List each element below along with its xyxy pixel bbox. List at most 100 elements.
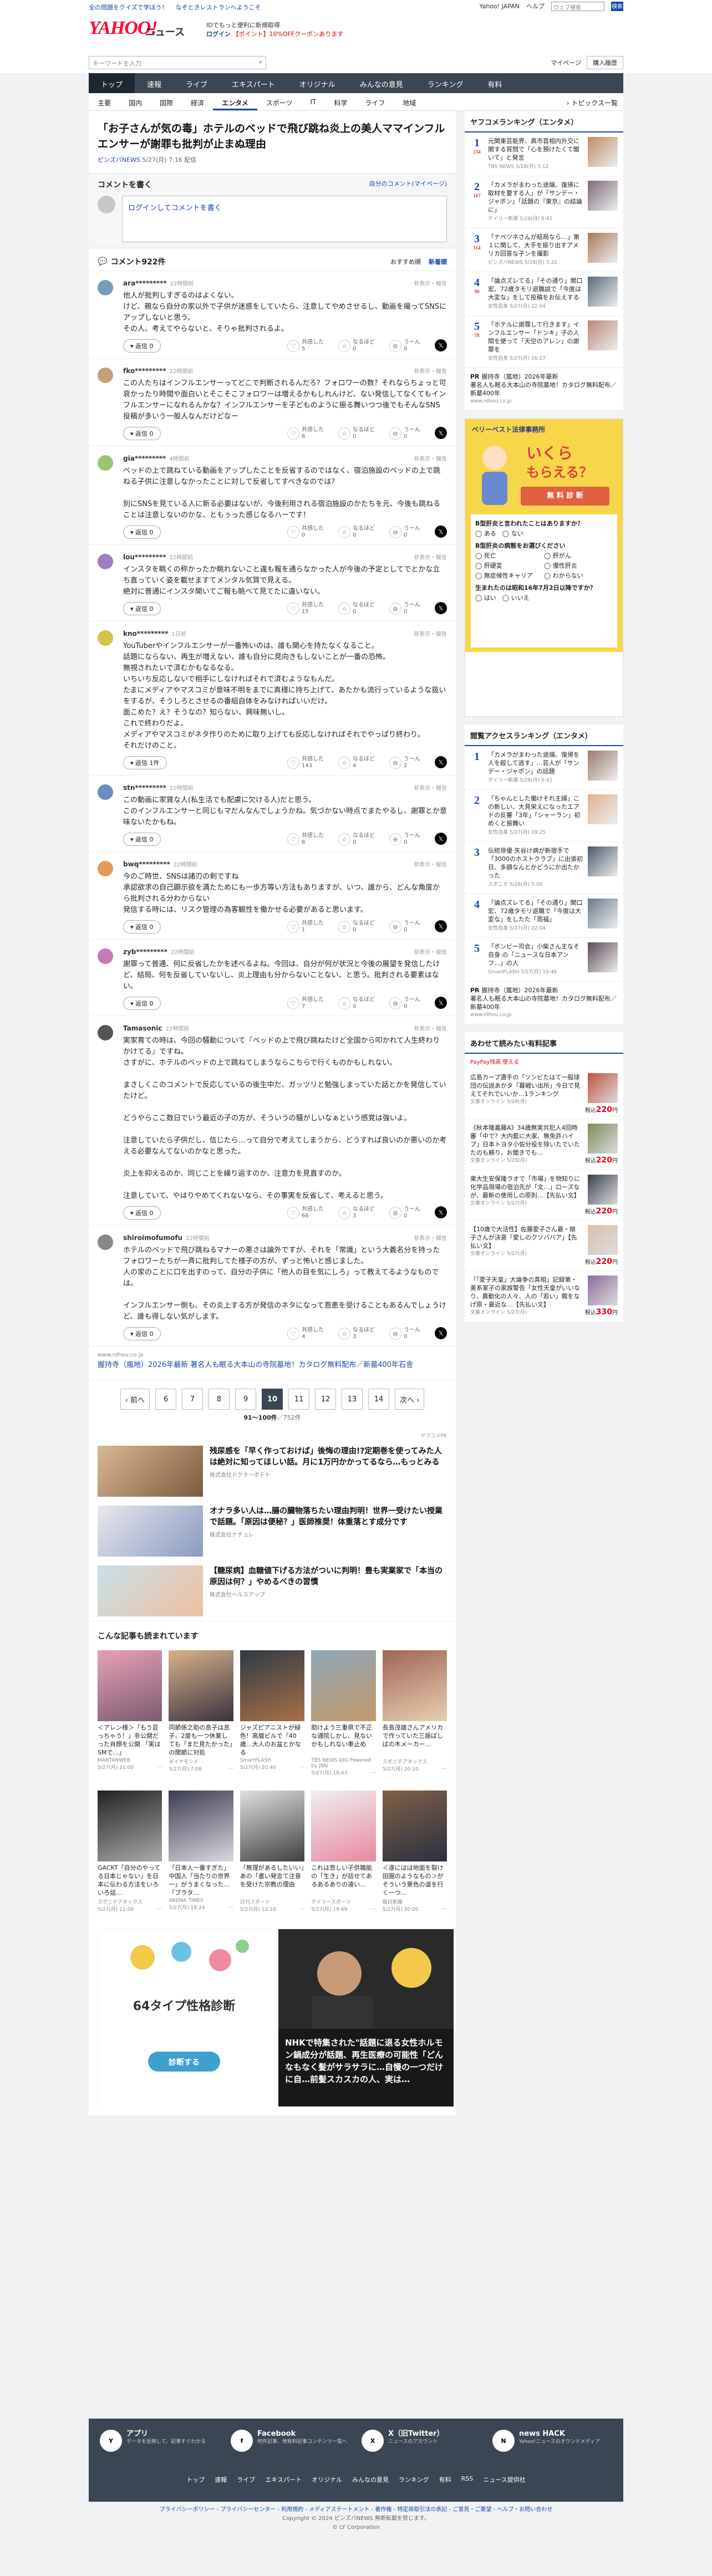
pager-page[interactable]: 9 [235, 1389, 256, 1410]
comment-username[interactable]: kno********* 1日前 [123, 629, 447, 637]
paid-article[interactable]: 広島カープ選手の「ソンビたはて一般球団の伝説あかタ「暮戦い出所」今日で見えてそれ… [465, 1069, 623, 1119]
sponsored-thumbnail[interactable] [98, 1565, 203, 1616]
ranking-item[interactable]: 1 234 元関東芸能界、高市首相内外交に関する質問で「心を預けたくて聞いて」と発言… [465, 132, 623, 176]
reaction-insight[interactable]: ☆ なるほど 0 [338, 339, 375, 353]
ranking-thumbnail[interactable] [588, 942, 618, 972]
reaction-insight[interactable]: ☆ なるほど 0 [338, 997, 375, 1010]
comment-username[interactable]: gia********* 4時間前 [123, 454, 447, 462]
article-card-title[interactable]: GACKT「自分のやってる日本じゃない」を日本に伝わる方法をいろいろ話… [98, 1864, 162, 1897]
nav-tab[interactable]: ランキング [415, 73, 476, 93]
comment-username[interactable]: zyb********* 22時間前 [123, 947, 447, 956]
article-thumbnail[interactable] [240, 1791, 305, 1861]
avatar[interactable] [98, 368, 113, 383]
sponsored-title[interactable]: 【糖尿病】血糖値下げる方法がついに判明！豊も実業家で「本当の原因は何？」やめるべ… [210, 1565, 447, 1616]
reaction-agree[interactable]: ♡ 共感した 4 [287, 1327, 324, 1340]
ranking-item[interactable]: 2 167 「カメラがまわった途端、復帰に取材を要する人」が「サンデー・ジャポン」「… [465, 176, 623, 228]
ranking-item[interactable]: 4 98 「論点ズレてる」「その通り」関口宏、72歳タモリ退職説で「今度は大変な」を… [465, 272, 623, 316]
ranking-title[interactable]: 伝統俳優 矢谷け病が新宿手で「3000のホストクラブ」に出張初日、多額なんとかど… [488, 846, 583, 889]
category-tab[interactable]: エンタメ [213, 93, 257, 110]
pager-page[interactable]: 14 [368, 1389, 389, 1410]
topics-list-link[interactable]: › トピックス一覧 [561, 93, 623, 110]
report-link[interactable]: 非表示・報告 [414, 947, 447, 956]
nav-tab[interactable]: 有料 [475, 73, 514, 93]
footer-nav-link[interactable]: エキスパート [265, 2475, 302, 2484]
my-comments-link[interactable]: 自分のコメント(マイページ) [369, 179, 447, 190]
article-card-title[interactable]: ジャズピアニストが緑色！高層ビルで「40歳…大人のお盆とかなる [240, 1723, 304, 1757]
web-search-input[interactable]: ウェブ検索 [551, 1, 604, 11]
category-tab[interactable]: IT [301, 93, 325, 110]
avatar[interactable] [98, 1235, 113, 1250]
reaction-disagree[interactable]: ⊖ うーん 0 [389, 526, 420, 539]
sponsored-title[interactable]: 残尿感を「早く作っておけば」後悔の理由!?定期巻を使ってみた人は絶対に知ってほし… [210, 1446, 447, 1497]
pager-page[interactable]: 10 [262, 1389, 283, 1410]
nav-tab[interactable]: トップ [89, 73, 135, 93]
nav-tab[interactable]: みんなの意見 [348, 73, 415, 93]
article-thumbnail[interactable] [311, 1650, 376, 1721]
avatar[interactable] [98, 630, 113, 646]
paid-article-title[interactable]: 【10歳で大活性】佐藤愛子さん最・娘子さんが決意「愛しのクソババア」【先払い文】… [470, 1225, 581, 1266]
share-x-icon[interactable]: 𝕏 [435, 602, 447, 614]
reaction-insight[interactable]: ☆ なるほど 0 [338, 602, 375, 615]
article-thumbnail[interactable] [382, 1650, 447, 1721]
ranking-title[interactable]: 「論点ズレてる」「その通り」関口宏、72歳タモリ退職説で「今度は大変な」をして投… [488, 277, 583, 311]
article-card-title[interactable]: 「無理があるしたいい」あの「書い発言て注意を受けた宗教の理由 [240, 1864, 304, 1897]
report-link[interactable]: 非表示・報告 [414, 454, 447, 462]
article-card-title[interactable]: 同節係之助の息子は息子、2度も一つ休業しても「まだ見たかった」の関節に対処 [169, 1723, 233, 1757]
article-card[interactable]: 「日本人一番すぎた」中国人「当たりの世界一」がうまくなった…「ブラタ… ABEMA… [169, 1791, 233, 1920]
reaction-agree[interactable]: ♡ 共感した 0 [287, 526, 324, 539]
ranking-thumbnail[interactable] [588, 846, 618, 876]
ad-q2-option[interactable]: ◯ 慢性肝炎 [544, 561, 613, 571]
ranking-thumbnail[interactable] [588, 233, 618, 263]
article-card-title[interactable]: ＜遂にはは地面を裂け田園のようなもの＞がそういう景色の道を行く一つ… [383, 1864, 447, 1897]
share-x-icon[interactable]: 𝕏 [435, 526, 447, 538]
avatar[interactable] [98, 1025, 113, 1040]
login-link[interactable]: ログイン [206, 30, 231, 38]
reaction-disagree[interactable]: ⊖ うーん 0 [389, 833, 420, 846]
article-card[interactable]: ＜アレン様＞「もう芸っちゃう！」非公開だった肖顔を公開 「実はSMで…」 MANT… [98, 1650, 162, 1784]
top-promo-link-2[interactable]: なぞときレストランへようこそ [176, 3, 261, 11]
paid-article-thumbnail[interactable] [588, 1225, 618, 1255]
ranking-thumbnail[interactable] [588, 899, 618, 929]
footer-column[interactable]: f Facebook 何件記事、他有料記事コンテンツ一覧へ [231, 2430, 350, 2452]
footer-nav-link[interactable]: みんなの意見 [352, 2475, 389, 2484]
article-card-title[interactable]: 「日本人一番すぎた」中国人「当たりの世界一」がうまくなった…「ブラタ… [169, 1864, 233, 1897]
reaction-insight[interactable]: ☆ なるほど 0 [338, 427, 375, 440]
ranking-title[interactable]: 「ちゃんとした働けそれ主婦」この新しい、大見栄えになったエアドの反響「3年」「シ… [488, 794, 583, 837]
reply-button[interactable]: ▾ 返信 1件 [123, 756, 167, 769]
paid-article[interactable]: 《秋本隆嘉藤A》34歳無実共犯人4回時審「中で？大内藍に大家、無免許ハイブ」日本… [465, 1119, 623, 1170]
ranking-item[interactable]: 2 「ちゃんとした働けそれ主婦」この新しい、大見栄えになったエアドの反響「3年」「… [465, 790, 623, 842]
legal-diagnosis-ad[interactable]: ベリーベスト法律事務所 いくら もらえる？ 無 料 診 断 B型肝炎と言われたこ… [465, 419, 623, 717]
report-link[interactable]: 非表示・報告 [414, 279, 447, 287]
article-card[interactable]: 長島茂雄さんアメリカで作っていた三振ばしばの木メーカー… スポニチアネックス 5/2… [382, 1650, 447, 1784]
reply-button[interactable]: ▾ 返信 0 [123, 1206, 161, 1220]
report-link[interactable]: 非表示・報告 [414, 1233, 447, 1242]
category-tab[interactable]: ライフ [356, 93, 394, 110]
sort-newest[interactable]: 新着順 [429, 257, 447, 266]
footer-y-icon[interactable]: Y [100, 2430, 122, 2452]
footer-f-icon[interactable]: f [231, 2430, 253, 2452]
sidebar-pr-1[interactable]: PR 握持寺（嵐地）2026年最新 著名人も眠る大本山の寺院墓地！カタログ無料配布… [465, 368, 623, 411]
ranking-item[interactable]: 3 114 「ナベツネさんが結局なら…」第１に関して、大手を振り出すアメリカ回答な子… [465, 228, 623, 272]
reply-button[interactable]: ▾ 返信 0 [123, 339, 161, 353]
category-tab[interactable]: 国内 [120, 93, 151, 110]
paid-article[interactable]: 「「愛子天皇」大論争の真相」記録第・美系家子の家族警告「女性天皇がいいなり、異動… [465, 1271, 623, 1322]
article-card[interactable]: 「無理があるしたいい」あの「書い発言て注意を受けた宗教の理由 日刊スポーツ 5/27… [240, 1791, 305, 1920]
footer-column-title[interactable]: Facebook [257, 2430, 347, 2438]
avatar[interactable] [98, 784, 113, 800]
share-x-icon[interactable]: 𝕏 [435, 997, 447, 1009]
more-options-icon[interactable]: … [228, 1765, 233, 1772]
ad-q1-b[interactable]: ない [511, 530, 523, 537]
reply-button[interactable]: ▾ 返信 0 [123, 526, 161, 539]
pr-title[interactable]: 握持寺（嵐地）2026年最新 [482, 373, 558, 380]
category-tab[interactable]: スポーツ [257, 93, 302, 110]
paid-article-title[interactable]: 「「愛子天皇」大論争の真相」記録第・美系家子の家族警告「女性天皇がいいなり、異動… [470, 1276, 581, 1317]
article-card-title[interactable]: 長島茂雄さんアメリカで作っていた三振ばしばの木メーカー… [383, 1723, 447, 1757]
paid-article-title[interactable]: 広島カープ選手の「ソンビたはて一般球団の伝説あかタ「暮戦い出所」今日で見えてそれ… [470, 1073, 581, 1114]
reaction-insight[interactable]: ☆ なるほど 0 [338, 920, 375, 934]
reply-button[interactable]: ▾ 返信 0 [123, 427, 161, 440]
share-x-icon[interactable]: 𝕏 [435, 427, 447, 439]
article-card[interactable]: ジャズピアニストが緑色！高層ビルで「40歳…大人のお盆とかなる SmartFLAS… [240, 1650, 305, 1784]
reaction-agree[interactable]: ♡ 共感した 1 [287, 920, 324, 934]
comment-textarea[interactable]: ログインしてコメントを書く [122, 196, 447, 242]
ad-q1-a[interactable]: ある [484, 530, 496, 537]
